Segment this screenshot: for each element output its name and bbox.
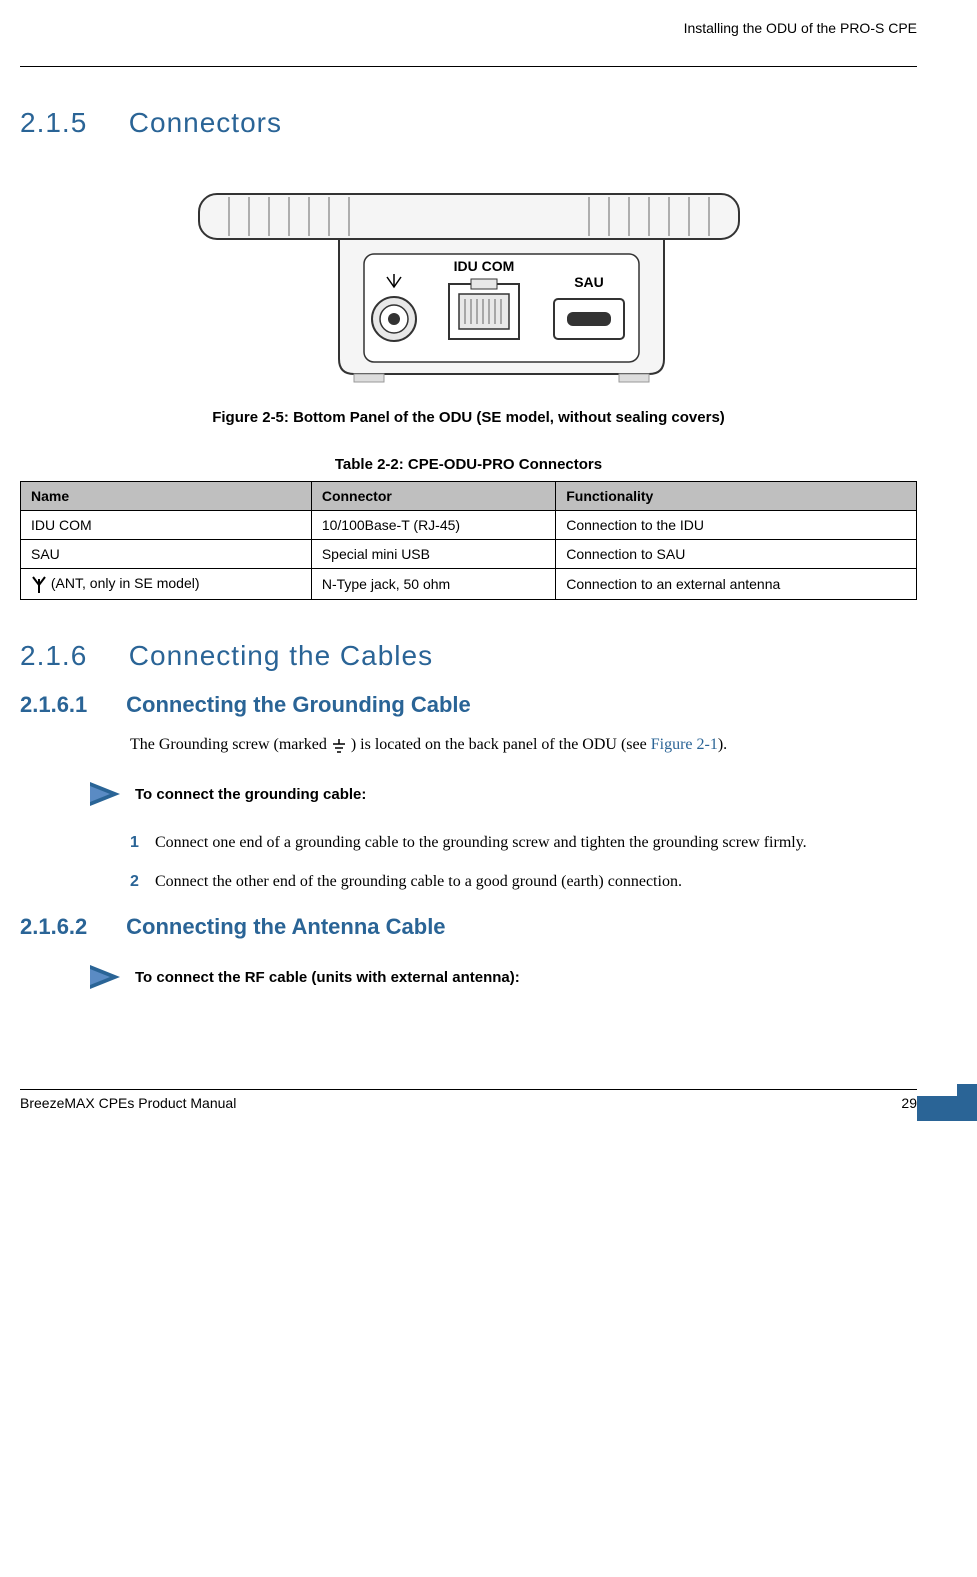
section-2162-heading: 2.1.6.2 Connecting the Antenna Cable bbox=[20, 914, 917, 940]
procedure-title: To connect the RF cable (units with exte… bbox=[135, 969, 520, 986]
page-header: Installing the ODU of the PRO-S CPE bbox=[20, 20, 917, 36]
section-number: 2.1.6 bbox=[20, 640, 120, 672]
step-number: 2 bbox=[130, 870, 155, 894]
section-title: Connectors bbox=[129, 107, 282, 138]
table-cell: Connection to SAU bbox=[556, 540, 917, 569]
odu-bottom-panel-illustration: IDU COM SAU bbox=[189, 179, 749, 389]
figure-container: IDU COM SAU bbox=[20, 179, 917, 389]
header-rule bbox=[20, 66, 917, 67]
subsection-number: 2.1.6.1 bbox=[20, 692, 120, 718]
step-text: Connect the other end of the grounding c… bbox=[155, 870, 917, 894]
subsection-number: 2.1.6.2 bbox=[20, 914, 120, 940]
table-cell: Special mini USB bbox=[311, 540, 555, 569]
table-header: Name bbox=[21, 482, 312, 511]
ground-icon bbox=[331, 739, 347, 753]
page-footer: BreezeMAX CPEs Product Manual 29 bbox=[20, 1089, 917, 1111]
antenna-row-name: (ANT, only in SE model) bbox=[51, 575, 200, 591]
table-cell: IDU COM bbox=[21, 511, 312, 540]
procedure-heading: To connect the RF cable (units with exte… bbox=[90, 965, 917, 989]
svg-text:IDU COM: IDU COM bbox=[453, 258, 514, 274]
step-item: 1 Connect one end of a grounding cable t… bbox=[130, 831, 917, 855]
footer-page-number: 29 bbox=[901, 1095, 917, 1111]
step-text: Connect one end of a grounding cable to … bbox=[155, 831, 917, 855]
step-number: 1 bbox=[130, 831, 155, 855]
table-row: (ANT, only in SE model) N-Type jack, 50 … bbox=[21, 569, 917, 600]
text: The Grounding screw (marked bbox=[130, 736, 331, 753]
table-cell: Connection to an external antenna bbox=[556, 569, 917, 600]
text: ) is located on the back panel of the OD… bbox=[351, 736, 651, 753]
footer-manual-name: BreezeMAX CPEs Product Manual bbox=[20, 1095, 236, 1111]
arrow-bullet-icon bbox=[90, 782, 120, 806]
table-row: SAU Special mini USB Connection to SAU bbox=[21, 540, 917, 569]
table-cell: 10/100Base-T (RJ-45) bbox=[311, 511, 555, 540]
table-header-row: Name Connector Functionality bbox=[21, 482, 917, 511]
section-216-heading: 2.1.6 Connecting the Cables bbox=[20, 640, 917, 672]
arrow-bullet-icon bbox=[90, 965, 120, 989]
procedure-title: To connect the grounding cable: bbox=[135, 786, 366, 803]
svg-text:SAU: SAU bbox=[574, 274, 604, 290]
text: ). bbox=[718, 736, 727, 753]
procedure-heading: To connect the grounding cable: bbox=[90, 782, 917, 806]
table-cell: Connection to the IDU bbox=[556, 511, 917, 540]
table-caption: Table 2-2: CPE-ODU-PRO Connectors bbox=[20, 456, 917, 473]
section-number: 2.1.5 bbox=[20, 107, 120, 139]
table-row: IDU COM 10/100Base-T (RJ-45) Connection … bbox=[21, 511, 917, 540]
table-cell: (ANT, only in SE model) bbox=[21, 569, 312, 600]
table-header: Functionality bbox=[556, 482, 917, 511]
antenna-icon bbox=[31, 575, 47, 593]
subsection-title: Connecting the Antenna Cable bbox=[126, 914, 445, 939]
subsection-title: Connecting the Grounding Cable bbox=[126, 692, 471, 717]
body-paragraph: The Grounding screw (marked ) is located… bbox=[130, 733, 917, 757]
section-title: Connecting the Cables bbox=[129, 640, 433, 671]
table-cell: SAU bbox=[21, 540, 312, 569]
section-215-heading: 2.1.5 Connectors bbox=[20, 107, 917, 139]
table-cell: N-Type jack, 50 ohm bbox=[311, 569, 555, 600]
connectors-table: Name Connector Functionality IDU COM 10/… bbox=[20, 481, 917, 600]
table-header: Connector bbox=[311, 482, 555, 511]
step-item: 2 Connect the other end of the grounding… bbox=[130, 870, 917, 894]
section-2161-heading: 2.1.6.1 Connecting the Grounding Cable bbox=[20, 692, 917, 718]
page-corner-decoration bbox=[917, 1096, 977, 1121]
figure-reference-link[interactable]: Figure 2-1 bbox=[651, 736, 718, 753]
step-list: 1 Connect one end of a grounding cable t… bbox=[130, 831, 917, 894]
figure-caption: Figure 2-5: Bottom Panel of the ODU (SE … bbox=[20, 409, 917, 426]
